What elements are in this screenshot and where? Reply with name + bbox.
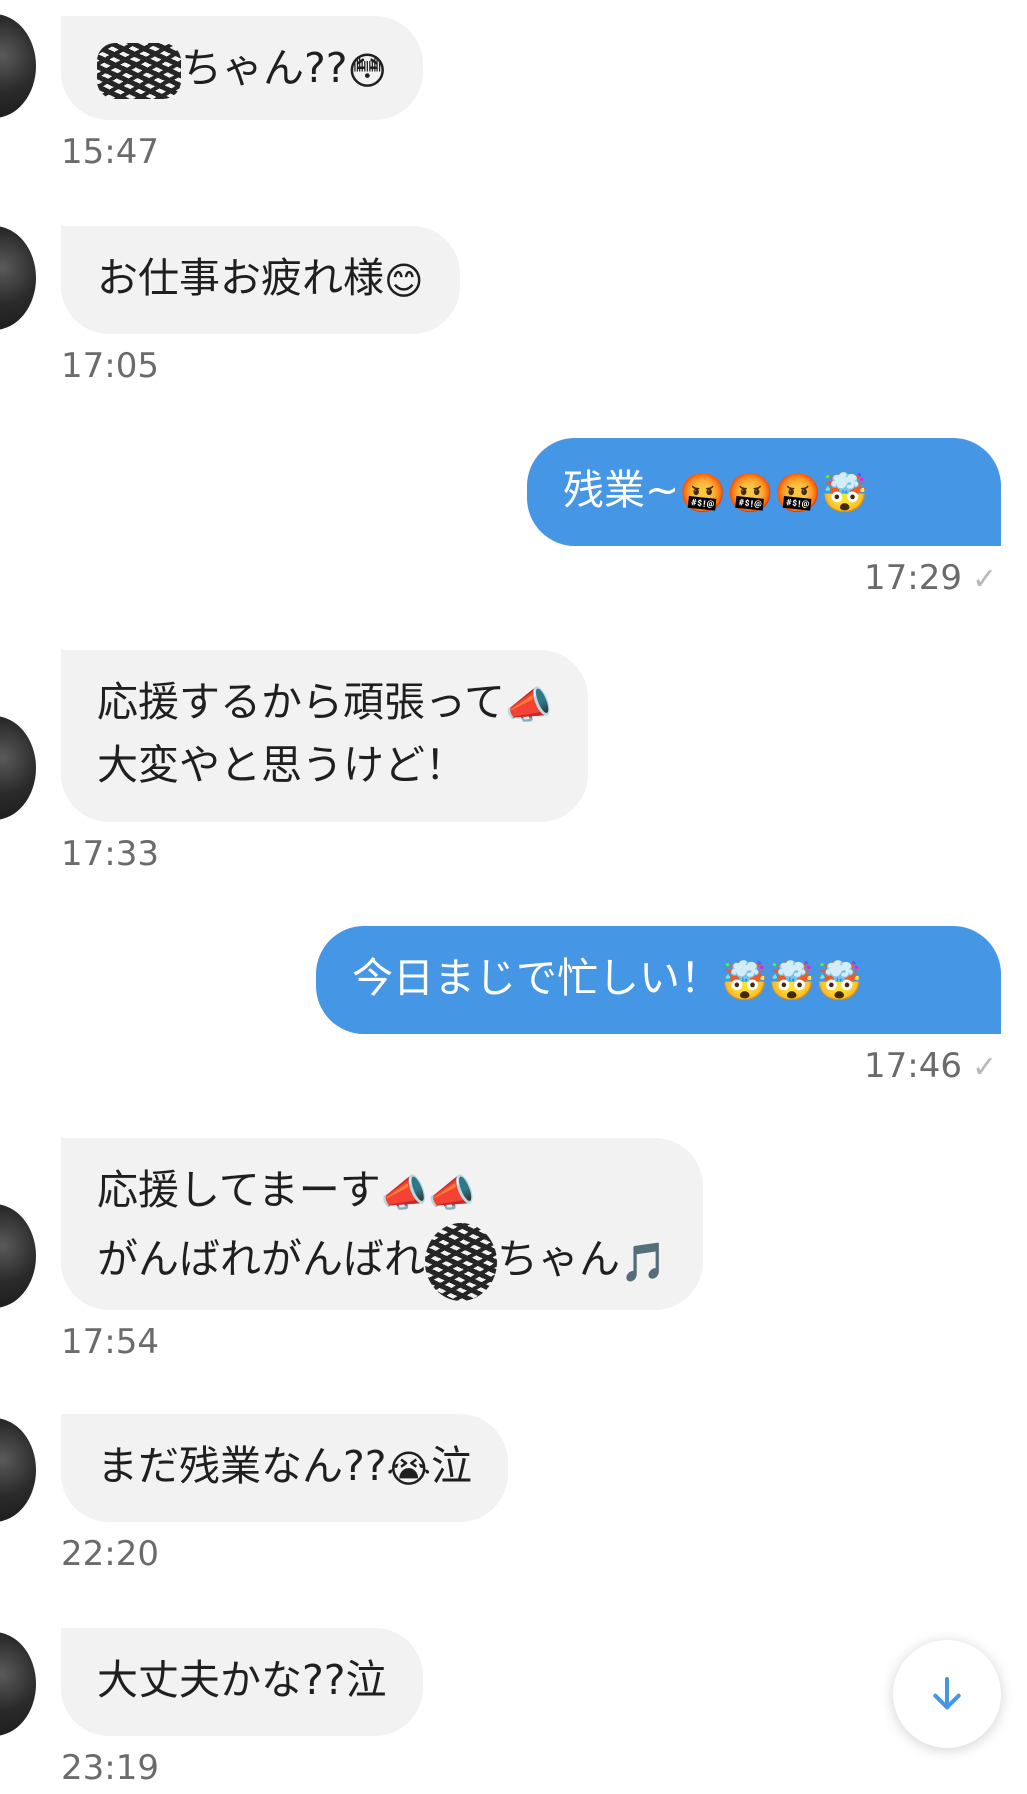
message-timestamp: 23:19 bbox=[61, 1748, 159, 1788]
megaphone-emoji: 📣📣 bbox=[380, 1171, 476, 1215]
contact-avatar[interactable] bbox=[0, 1632, 36, 1736]
message-bubble-incoming[interactable]: ちゃん??😳 bbox=[61, 16, 424, 120]
message-timestamp: 17:29 ✓ bbox=[864, 558, 998, 598]
message-bubble-incoming[interactable]: まだ残業なん??😭泣 bbox=[61, 1414, 508, 1522]
message-timestamp: 22:20 bbox=[61, 1534, 159, 1574]
message-timestamp: 17:46 ✓ bbox=[864, 1046, 998, 1086]
contact-avatar[interactable] bbox=[0, 14, 36, 118]
angry-face-emoji: 🤬🤬🤬🤯 bbox=[679, 471, 869, 515]
read-check-icon: ✓ bbox=[971, 562, 998, 597]
megaphone-emoji: 📣 bbox=[504, 683, 553, 727]
scroll-to-bottom-button[interactable] bbox=[893, 1640, 1001, 1748]
smiling-face-emoji: 😊 bbox=[384, 259, 424, 303]
arrow-down-icon bbox=[933, 1677, 961, 1710]
message-bubble-outgoing[interactable]: 今日まじで忙しい！🤯🤯🤯 bbox=[316, 926, 1001, 1034]
message-text-suffix: ちゃん bbox=[497, 1235, 620, 1283]
message-text-line: 応援してまーす bbox=[97, 1166, 381, 1214]
flushed-face-emoji: 😳 bbox=[347, 49, 388, 93]
contact-avatar[interactable] bbox=[0, 1204, 36, 1308]
message-text-line: がんばれがんばれ bbox=[97, 1235, 425, 1283]
message-text-line: 大変やと思うけど！ bbox=[97, 741, 466, 789]
music-notes-emoji: 🎵 bbox=[620, 1240, 668, 1284]
message-text: お仕事お疲れ様 bbox=[97, 254, 384, 302]
message-bubble-outgoing[interactable]: 残業~🤬🤬🤬🤯 bbox=[527, 438, 1001, 546]
message-text: 残業~ bbox=[563, 466, 680, 514]
message-text-line: 応援するから頑張って bbox=[97, 678, 505, 726]
message-text: 今日まじで忙しい！ bbox=[352, 954, 721, 1002]
message-text: ちゃん?? bbox=[181, 44, 348, 92]
message-bubble-incoming[interactable]: 応援するから頑張って📣 大変やと思うけど！ bbox=[61, 650, 589, 822]
message-bubble-incoming[interactable]: 応援してまーす📣📣 がんばれがんばれ ちゃん🎵 bbox=[61, 1138, 704, 1310]
read-check-icon: ✓ bbox=[971, 1050, 998, 1085]
message-timestamp: 17:05 bbox=[61, 346, 159, 386]
contact-avatar[interactable] bbox=[0, 1418, 36, 1522]
message-bubble-incoming[interactable]: 大丈夫かな??泣 bbox=[61, 1628, 423, 1736]
message-timestamp: 15:47 bbox=[61, 132, 159, 172]
message-timestamp: 17:33 bbox=[61, 834, 159, 874]
crying-face-emoji: 😭 bbox=[386, 1447, 431, 1491]
redacted-name bbox=[97, 43, 181, 99]
message-bubble-incoming[interactable]: お仕事お疲れ様😊 bbox=[61, 226, 460, 334]
message-text-suffix: 泣 bbox=[430, 1442, 472, 1490]
message-timestamp: 17:54 bbox=[61, 1322, 159, 1362]
redacted-name bbox=[425, 1223, 497, 1301]
message-text: まだ残業なん?? bbox=[97, 1442, 387, 1490]
contact-avatar[interactable] bbox=[0, 716, 36, 820]
contact-avatar[interactable] bbox=[0, 226, 36, 330]
exploding-head-emoji: 🤯🤯🤯 bbox=[721, 959, 863, 1003]
message-text: 大丈夫かな??泣 bbox=[97, 1656, 387, 1704]
